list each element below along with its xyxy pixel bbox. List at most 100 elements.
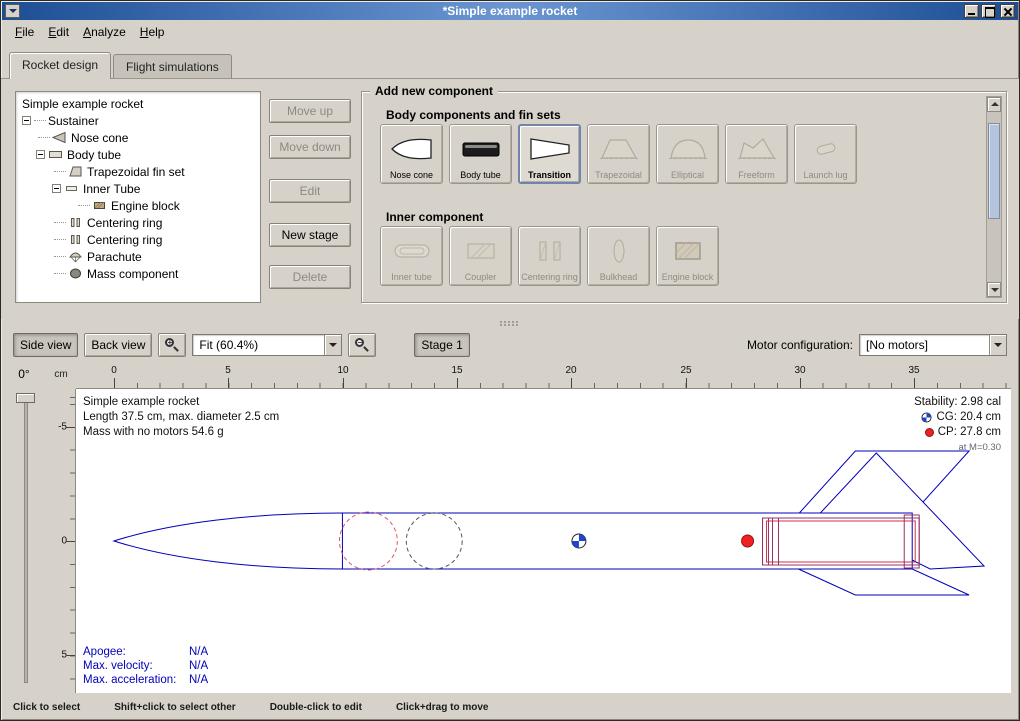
move-down-button[interactable]: Move down — [269, 135, 351, 159]
side-view-button[interactable]: Side view — [13, 333, 78, 357]
parachute-icon — [68, 250, 83, 263]
view-toolbar: Side view Back view + Fit (60.4%) − Stag… — [1, 328, 1019, 362]
collapse-icon[interactable] — [52, 184, 61, 193]
scroll-down-icon[interactable] — [987, 282, 1001, 297]
ruler-horizontal: 0 5 10 15 20 25 30 35 — [76, 363, 1011, 389]
collapse-icon[interactable] — [22, 116, 31, 125]
bulkhead-icon — [589, 230, 648, 272]
inner-components-row: Inner tube Coupler Centering ring — [380, 226, 719, 286]
nose-cone-icon — [382, 128, 441, 170]
magnifier-minus-icon: − — [355, 338, 369, 352]
body-tube-icon — [48, 148, 63, 161]
trapezoidal-fin-icon — [589, 128, 648, 170]
component-tree[interactable]: Simple example rocket Sustainer Nose con… — [15, 91, 261, 303]
tree-item-inner-tube[interactable]: Inner Tube — [16, 180, 260, 197]
scroll-up-icon[interactable] — [987, 97, 1001, 112]
delete-button[interactable]: Delete — [269, 265, 351, 289]
tree-guide — [54, 273, 66, 274]
zoom-out-button[interactable]: − — [348, 333, 376, 357]
component-scrollbar[interactable] — [986, 96, 1002, 298]
centering-ring-icon — [68, 216, 83, 229]
transition-icon — [520, 128, 579, 170]
close-button[interactable] — [1000, 4, 1015, 18]
add-bulkhead-button[interactable]: Bulkhead — [587, 226, 650, 286]
add-body-tube-button[interactable]: Body tube — [449, 124, 512, 184]
add-transition-button[interactable]: Transition — [518, 124, 581, 184]
chevron-down-icon[interactable] — [324, 335, 341, 355]
zoom-select[interactable]: Fit (60.4%) — [192, 334, 342, 356]
minimize-button[interactable] — [964, 4, 979, 18]
ruler-unit-label: cm — [47, 369, 75, 380]
menu-analyze[interactable]: Analyze — [76, 21, 133, 43]
max-acceleration-value: N/A — [189, 674, 208, 686]
rocket-dimensions: Length 37.5 cm, max. diameter 2.5 cm — [83, 410, 279, 425]
zoom-in-button[interactable]: + — [158, 333, 186, 357]
body-components-label: Body components and fin sets — [386, 108, 561, 122]
motor-config-value: [No motors] — [860, 335, 989, 355]
tree-guide — [54, 256, 66, 257]
mass-component-icon — [68, 267, 83, 280]
panel-splitter[interactable] — [1, 319, 1019, 328]
add-inner-tube-button[interactable]: Inner tube — [380, 226, 443, 286]
new-stage-button[interactable]: New stage — [269, 223, 351, 247]
tree-item-mass-component[interactable]: Mass component — [16, 265, 260, 282]
tree-item-engine-block[interactable]: Engine block — [16, 197, 260, 214]
tree-guide — [38, 137, 50, 138]
ruler-vertical: -5 0 5 — [47, 389, 76, 693]
rotation-slider[interactable] — [24, 395, 28, 683]
design-canvas[interactable]: Simple example rocket Length 37.5 cm, ma… — [76, 389, 1011, 693]
max-acceleration-label: Max. acceleration: — [83, 673, 189, 687]
stability-value: Stability: 2.98 cal — [914, 395, 1001, 410]
cp-icon — [925, 428, 934, 437]
collapse-icon[interactable] — [36, 150, 45, 159]
edit-button[interactable]: Edit — [269, 179, 351, 203]
add-elliptical-fin-button[interactable]: Elliptical — [656, 124, 719, 184]
flight-info: Apogee:N/A Max. velocity:N/A Max. accele… — [83, 645, 208, 687]
back-view-button[interactable]: Back view — [84, 333, 152, 357]
cp-marker — [742, 535, 754, 547]
move-up-button[interactable]: Move up — [269, 99, 351, 123]
add-engine-block-button[interactable]: Engine block — [656, 226, 719, 286]
add-trapezoidal-fin-button[interactable]: Trapezoidal — [587, 124, 650, 184]
menu-help[interactable]: Help — [133, 21, 172, 43]
add-nose-cone-button[interactable]: Nose cone — [380, 124, 443, 184]
rotation-slider-handle[interactable] — [16, 393, 35, 403]
tree-item-sustainer[interactable]: Sustainer — [16, 112, 260, 129]
hint-click-select: Click to select — [13, 702, 80, 713]
scrollbar-thumb[interactable] — [988, 123, 1000, 219]
tree-item-parachute[interactable]: Parachute — [16, 248, 260, 265]
inner-component-label: Inner component — [386, 210, 483, 224]
tree-item-centering-ring-2[interactable]: Centering ring — [16, 231, 260, 248]
motor-config-select[interactable]: [No motors] — [859, 334, 1007, 356]
chevron-down-icon[interactable] — [989, 335, 1006, 355]
add-coupler-button[interactable]: Coupler — [449, 226, 512, 286]
menu-edit[interactable]: Edit — [41, 21, 76, 43]
tree-item-trapezoidal-fin-set[interactable]: Trapezoidal fin set — [16, 163, 260, 180]
add-launch-lug-button[interactable]: Launch lug — [794, 124, 857, 184]
app-icon[interactable] — [5, 4, 20, 18]
engine-block-icon — [658, 230, 717, 272]
tree-guide — [54, 239, 66, 240]
tree-item-centering-ring-1[interactable]: Centering ring — [16, 214, 260, 231]
apogee-value: N/A — [189, 646, 208, 658]
tree-item-body-tube[interactable]: Body tube — [16, 146, 260, 163]
design-panel: Simple example rocket Sustainer Nose con… — [1, 78, 1019, 319]
launch-lug-icon — [796, 128, 855, 170]
menu-file[interactable]: File — [8, 21, 41, 43]
tab-rocket-design[interactable]: Rocket design — [9, 52, 111, 79]
tree-item-rocket[interactable]: Simple example rocket — [16, 95, 260, 112]
window-titlebar: *Simple example rocket — [2, 2, 1018, 20]
stage-1-toggle[interactable]: Stage 1 — [414, 333, 469, 357]
maximize-button[interactable] — [981, 4, 996, 18]
rotation-label: 0° — [1, 367, 47, 381]
apogee-label: Apogee: — [83, 645, 189, 659]
canvas-region: 0° cm 0 5 10 15 20 25 30 35 -5 0 5 — [1, 363, 1019, 693]
tree-item-nose-cone[interactable]: Nose cone — [16, 129, 260, 146]
add-freeform-fin-button[interactable]: Freeform — [725, 124, 788, 184]
add-centering-ring-button[interactable]: Centering ring — [518, 226, 581, 286]
tree-guide — [34, 120, 46, 121]
statusbar: Click to select Shift+click to select ot… — [1, 695, 1019, 719]
tab-flight-simulations[interactable]: Flight simulations — [113, 54, 232, 78]
zoom-value: Fit (60.4%) — [193, 335, 324, 355]
tree-guide — [54, 222, 66, 223]
